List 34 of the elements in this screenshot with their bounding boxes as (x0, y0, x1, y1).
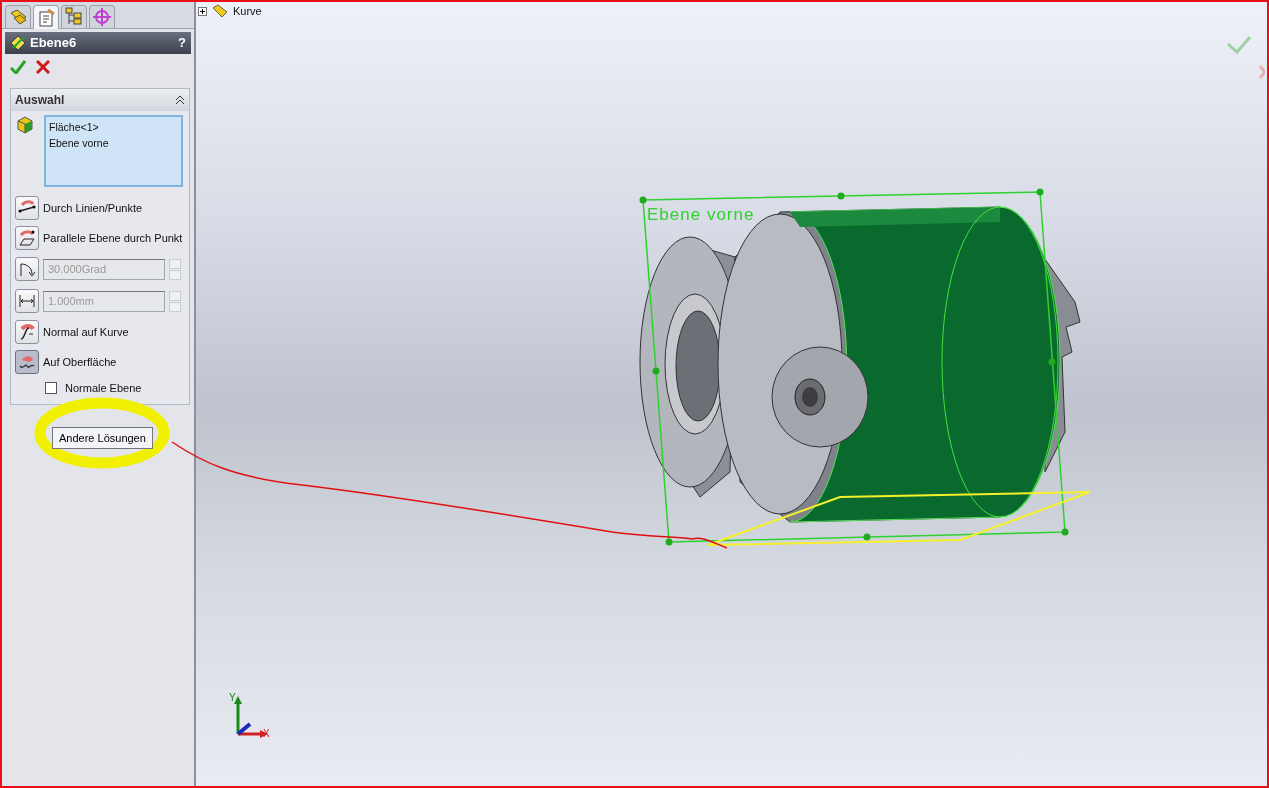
plane-icon (10, 35, 26, 51)
parallel-plane-icon[interactable] (15, 226, 39, 250)
option-label: Parallele Ebene durch Punkt (43, 230, 183, 246)
normal-curve-icon[interactable] (15, 320, 39, 344)
checkbox-label: Normale Ebene (65, 381, 142, 396)
selection-item[interactable]: Ebene vorne (49, 135, 178, 151)
feature-tree-tab[interactable] (5, 5, 31, 28)
collapse-chevron-icon[interactable] (175, 95, 185, 105)
option-label: Normal auf Kurve (43, 324, 129, 340)
tree-expander[interactable] (198, 6, 207, 16)
group-header[interactable]: Auswahl (11, 89, 189, 111)
axis-triad-drawing (234, 696, 268, 738)
help-icon[interactable]: ? (178, 33, 186, 53)
confirm-check-icon[interactable] (1227, 36, 1252, 55)
tree-item[interactable]: Kurve (233, 3, 262, 20)
line-points-icon[interactable] (15, 196, 39, 220)
surface-icon[interactable] (15, 350, 39, 374)
other-solutions-button[interactable]: Andere Lösungen (52, 426, 153, 449)
target-tab[interactable] (89, 5, 115, 28)
distance-icon (15, 289, 39, 313)
option-label: Auf Oberfläche (43, 354, 117, 370)
option-label: Durch Linien/Punkte (43, 200, 143, 216)
ok-check-icon[interactable] (10, 60, 26, 74)
cube-icon (15, 115, 35, 135)
checkbox[interactable] (45, 382, 57, 395)
property-manager-tab[interactable] (33, 5, 59, 29)
panel-title: Ebene6 (30, 34, 77, 53)
plane-name-label: Ebene vorne (647, 204, 755, 226)
curve-feature-icon (211, 4, 229, 19)
selection-item[interactable]: Fläche<1> (49, 119, 178, 135)
selection-list-field[interactable]: Fläche<1> Ebene vorne (44, 115, 183, 187)
configuration-tab[interactable] (61, 5, 87, 28)
angle-icon (15, 257, 39, 281)
y-axis-label: Y (229, 691, 236, 705)
